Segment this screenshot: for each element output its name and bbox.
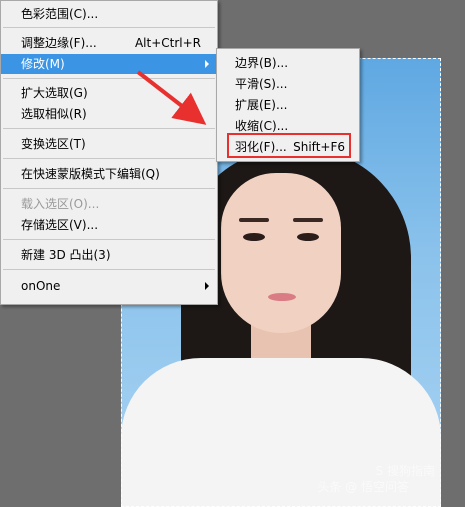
annotation-arrow-icon bbox=[136, 70, 207, 125]
